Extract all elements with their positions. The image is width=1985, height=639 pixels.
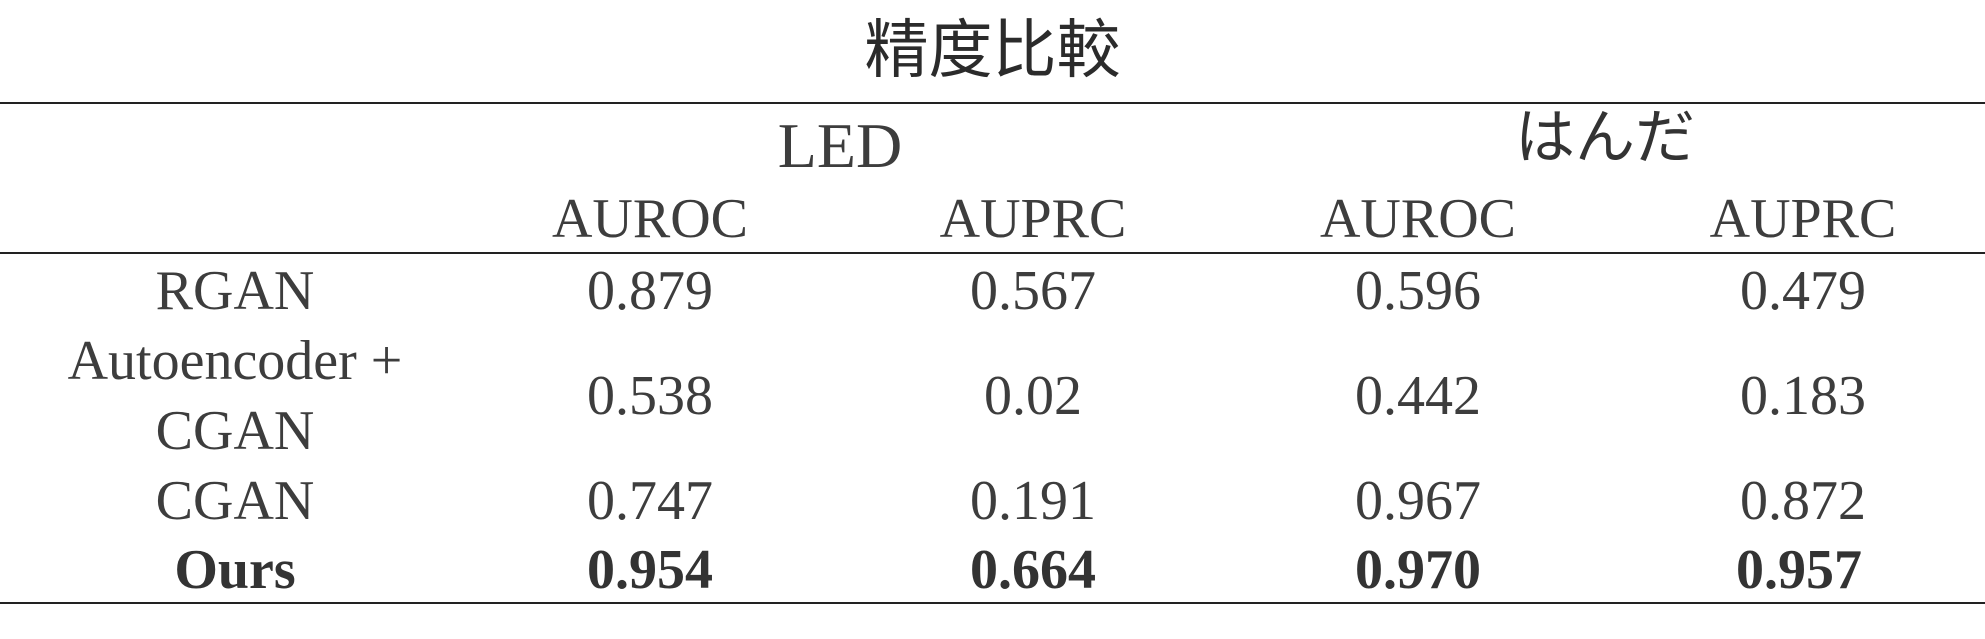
value-rgan-handa-auroc: 0.596 [1355,260,1481,322]
value-ours-led-auroc: 0.954 [587,539,713,601]
value-cgan-led-auroc: 0.747 [587,470,713,532]
value-rgan-led-auroc: 0.879 [587,260,713,322]
value-aecgan-handa-auprc: 0.183 [1740,365,1866,427]
table-title: 精度比較 [864,14,1121,88]
method-label-cgan: CGAN [155,470,315,532]
value-ours-handa-auroc: 0.970 [1355,539,1481,601]
value-cgan-handa-auprc: 0.872 [1740,470,1866,532]
metric-header-handa-auprc: AUPRC [1709,188,1897,250]
value-cgan-led-auprc: 0.191 [970,470,1096,532]
method-label-line2: CGAN [155,400,315,462]
group-header-handa: はんだ [1515,103,1695,173]
value-cgan-handa-auroc: 0.967 [1355,470,1481,532]
value-rgan-led-auprc: 0.567 [970,260,1096,322]
header-rule [0,252,1985,254]
metric-header-led-auroc: AUROC [551,188,749,250]
value-rgan-handa-auprc: 0.479 [1740,260,1866,322]
method-label-rgan: RGAN [155,260,315,322]
method-label-line1: Autoencoder + [67,330,403,392]
value-aecgan-handa-auroc: 0.442 [1355,365,1481,427]
bottom-rule [0,602,1985,604]
method-label-autoencoder-cgan: Autoencoder + CGAN [30,326,440,466]
metric-header-handa-auroc: AUROC [1319,188,1517,250]
value-ours-handa-auprc: 0.957 [1736,539,1862,601]
value-aecgan-led-auroc: 0.538 [587,365,713,427]
method-label-ours: Ours [174,539,296,601]
value-ours-led-auprc: 0.664 [970,539,1096,601]
metric-header-led-auprc: AUPRC [939,188,1127,250]
group-header-led: LED [777,110,903,181]
value-aecgan-led-auprc: 0.02 [984,365,1082,427]
